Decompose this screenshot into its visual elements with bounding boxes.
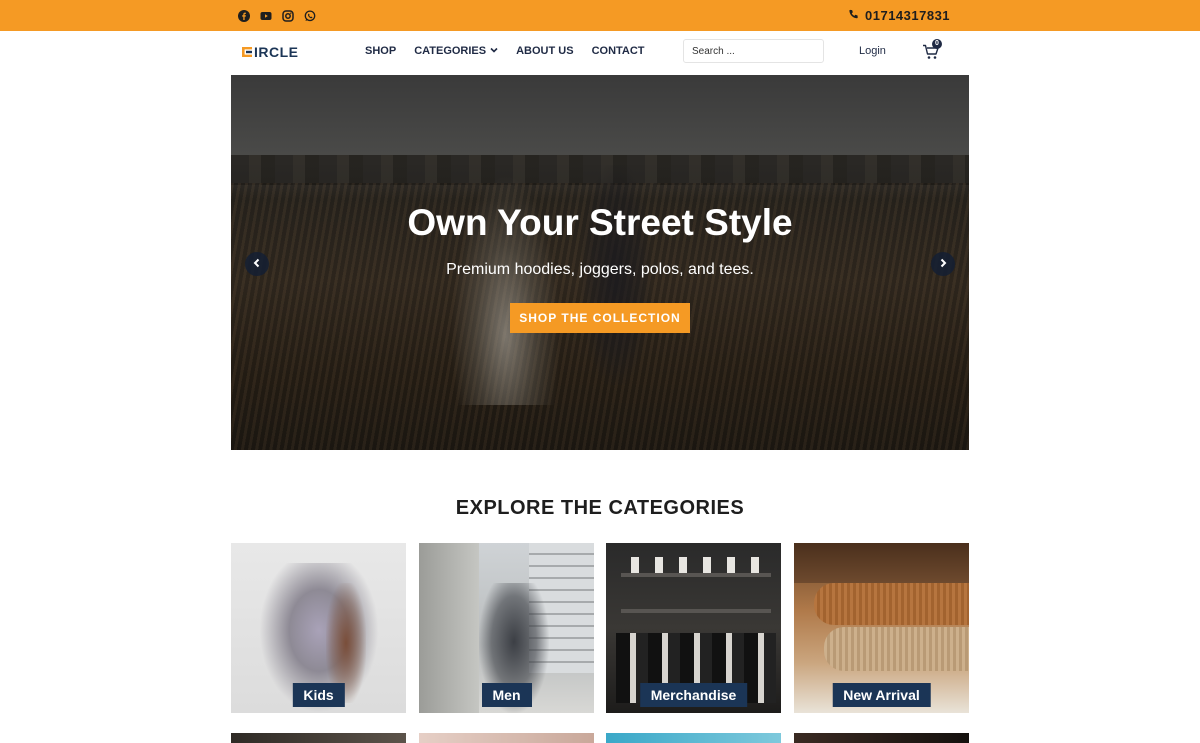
nav-contact[interactable]: CONTACT [592, 45, 645, 57]
instagram-icon[interactable] [282, 9, 294, 22]
search-input[interactable] [683, 39, 824, 63]
nav-shop[interactable]: SHOP [365, 45, 396, 57]
phone-contact[interactable]: 01714317831 [848, 8, 950, 23]
facebook-icon[interactable] [238, 9, 250, 22]
category-label-merchandise: Merchandise [639, 683, 748, 707]
main-header: IRCLE SHOP CATEGORIES ABOUT US CONTACT L… [0, 31, 1200, 75]
main-nav: SHOP CATEGORIES ABOUT US CONTACT [365, 45, 645, 57]
merch-shelf-items [631, 557, 761, 573]
chevron-down-icon [490, 45, 498, 57]
category-card-men[interactable]: Men [419, 543, 594, 713]
newarr-sweater-dark [794, 543, 969, 583]
men-photo-building [419, 543, 479, 713]
category-card-row2-1[interactable] [231, 733, 406, 743]
nav-categories[interactable]: CATEGORIES [414, 45, 498, 57]
circle-logo[interactable]: IRCLE [240, 42, 316, 62]
chevron-left-icon [252, 255, 262, 273]
cart-count-badge: 0 [932, 39, 942, 49]
newarr-sweater-brown [814, 583, 969, 625]
category-card-row2-2[interactable] [419, 733, 594, 743]
category-card-new-arrival[interactable]: New Arrival [794, 543, 969, 713]
merch-shelf-middle [621, 609, 771, 613]
category-card-row2-3[interactable] [606, 733, 781, 743]
hero-background-sky [231, 75, 969, 165]
shop-collection-button[interactable]: SHOP THE COLLECTION [510, 303, 690, 333]
category-card-row2-4[interactable] [794, 733, 969, 743]
phone-number: 01714317831 [865, 8, 951, 23]
categories-heading: EXPLORE THE CATEGORIES [455, 497, 745, 519]
hero-title: Own Your Street Style [407, 202, 793, 243]
svg-text:IRCLE: IRCLE [254, 44, 299, 60]
slider-next-button[interactable] [931, 252, 955, 276]
phone-icon [848, 8, 859, 23]
category-card-merchandise[interactable]: Merchandise [606, 543, 781, 713]
youtube-icon[interactable] [260, 9, 272, 21]
category-label-men: Men [481, 683, 532, 707]
category-label-new-arrival: New Arrival [832, 683, 931, 707]
nav-about-us[interactable]: ABOUT US [516, 45, 573, 57]
hero-subtitle: Premium hoodies, joggers, polos, and tee… [446, 261, 754, 278]
top-bar: 01714317831 [0, 0, 1200, 31]
social-links [238, 9, 316, 22]
whatsapp-icon[interactable] [304, 9, 316, 22]
newarr-sweater-beige [824, 627, 969, 671]
login-link[interactable]: Login [859, 45, 886, 57]
chevron-right-icon [938, 255, 948, 273]
hero-slider: Own Your Street Style Premium hoodies, j… [231, 75, 969, 450]
merch-shelf-top [621, 573, 771, 577]
category-card-kids[interactable]: Kids [231, 543, 406, 713]
slider-prev-button[interactable] [245, 252, 269, 276]
category-label-kids: Kids [292, 683, 345, 707]
